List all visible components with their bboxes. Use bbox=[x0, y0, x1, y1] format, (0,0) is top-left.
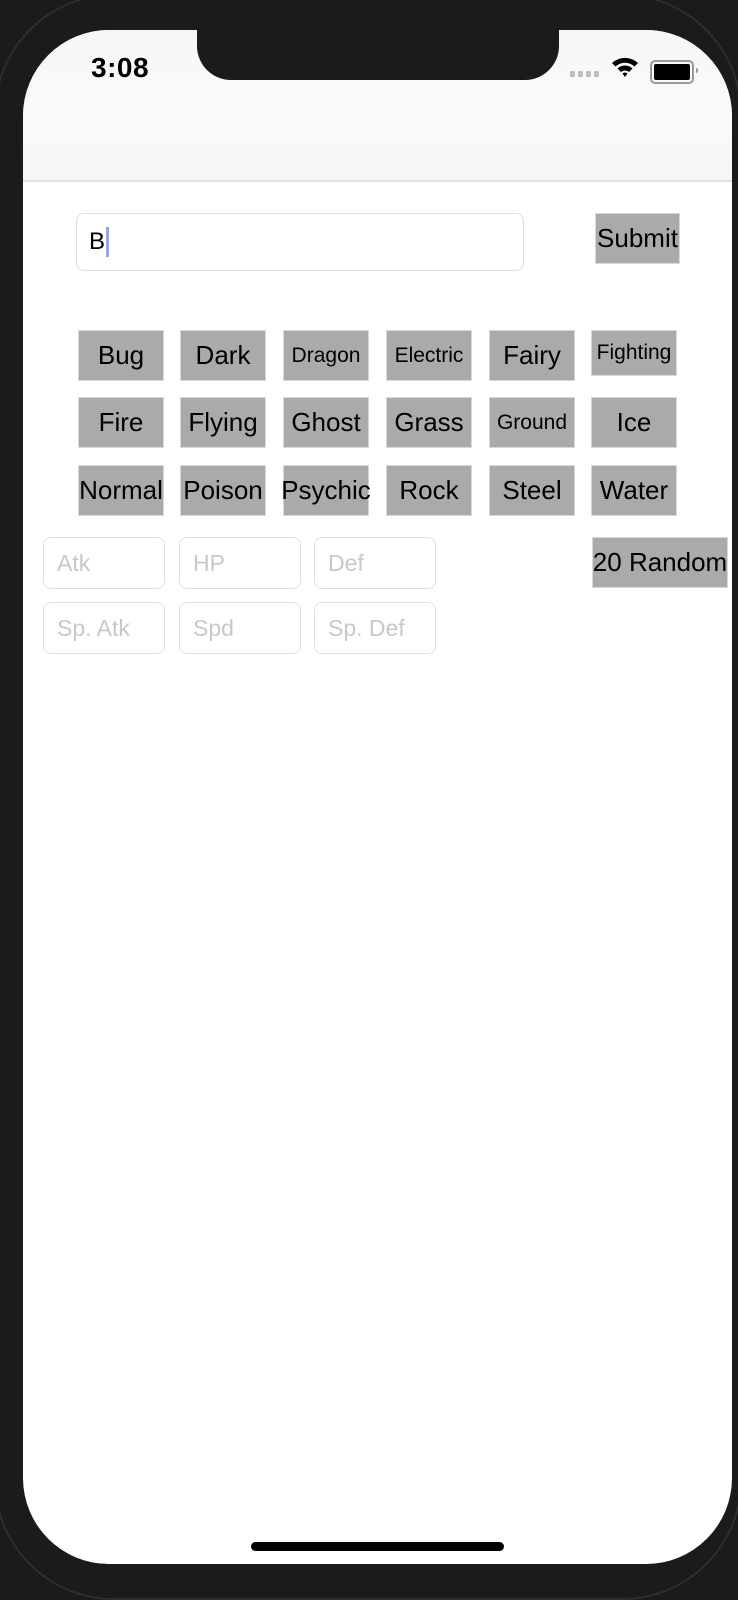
search-input-value: B bbox=[89, 228, 106, 255]
type-button-rock[interactable]: Rock bbox=[386, 465, 472, 516]
random-20-button[interactable]: 20 Random bbox=[592, 537, 728, 588]
type-button-psychic[interactable]: Psychic bbox=[281, 465, 371, 516]
type-button-poison[interactable]: Poison bbox=[180, 465, 266, 516]
type-button-fighting[interactable]: Fighting bbox=[591, 330, 677, 376]
status-time: 3:08 bbox=[91, 52, 150, 83]
type-button-ghost[interactable]: Ghost bbox=[283, 397, 369, 448]
home-indicator[interactable] bbox=[251, 1542, 504, 1551]
submit-button[interactable]: Submit bbox=[595, 213, 680, 264]
device-notch bbox=[197, 30, 559, 80]
type-button-ground[interactable]: Ground bbox=[489, 397, 575, 448]
type-button-flying[interactable]: Flying bbox=[180, 397, 266, 448]
spd-input[interactable]: Spd bbox=[179, 602, 301, 654]
type-button-water[interactable]: Water bbox=[591, 465, 677, 516]
type-button-fire[interactable]: Fire bbox=[78, 397, 164, 448]
text-cursor bbox=[106, 227, 110, 257]
sp-def-input[interactable]: Sp. Def bbox=[314, 602, 436, 654]
search-input[interactable]: B bbox=[76, 213, 524, 271]
type-button-fairy[interactable]: Fairy bbox=[489, 330, 575, 381]
wifi-icon bbox=[612, 57, 638, 77]
type-button-grass[interactable]: Grass bbox=[386, 397, 472, 448]
battery-icon bbox=[650, 60, 698, 84]
cellular-signal-icon bbox=[570, 71, 599, 77]
type-button-dark[interactable]: Dark bbox=[180, 330, 266, 381]
type-button-bug[interactable]: Bug bbox=[78, 330, 164, 381]
def-input[interactable]: Def bbox=[314, 537, 436, 589]
type-button-electric[interactable]: Electric bbox=[386, 330, 472, 381]
type-button-dragon[interactable]: Dragon bbox=[283, 330, 369, 381]
type-button-steel[interactable]: Steel bbox=[489, 465, 575, 516]
atk-input[interactable]: Atk bbox=[43, 537, 165, 589]
type-button-normal[interactable]: Normal bbox=[78, 465, 164, 516]
sp-atk-input[interactable]: Sp. Atk bbox=[43, 602, 165, 654]
type-button-ice[interactable]: Ice bbox=[591, 397, 677, 448]
hp-input[interactable]: HP bbox=[179, 537, 301, 589]
phone-screen: 3:08 B Submit Atk HP Def Sp. Atk Spd Sp.… bbox=[23, 30, 732, 1564]
